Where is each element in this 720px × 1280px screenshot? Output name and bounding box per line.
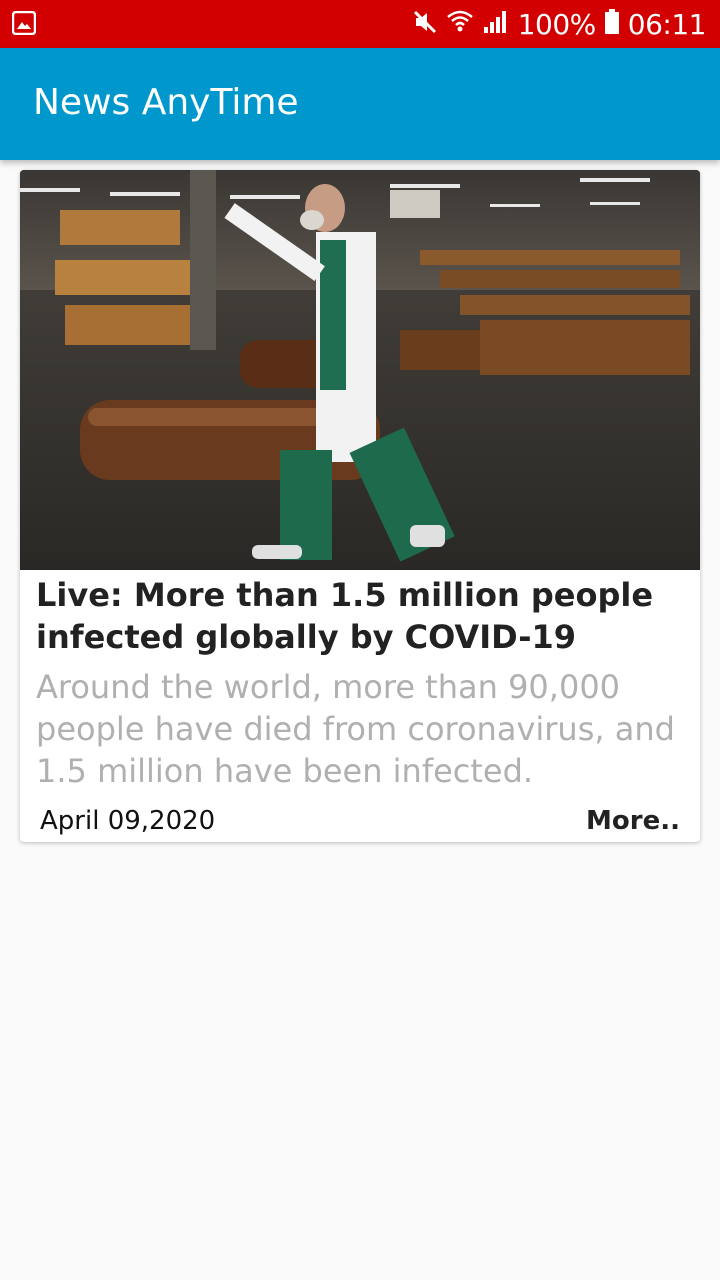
clock: 06:11 [627, 7, 707, 41]
wifi-icon [446, 9, 474, 40]
app-bar: News AnyTime [0, 48, 720, 160]
news-card[interactable]: Live: More than 1.5 million people infec… [20, 170, 700, 842]
article-title[interactable]: Live: More than 1.5 million people infec… [36, 574, 686, 658]
status-bar: 100% 06:11 [0, 0, 720, 48]
article-summary: Around the world, more than 90,000 peopl… [36, 668, 675, 790]
article-image [20, 170, 700, 570]
battery-icon [604, 8, 620, 40]
signal-icon [482, 9, 510, 40]
mute-icon [412, 9, 438, 40]
article-date: April 09,2020 [40, 806, 216, 836]
app-title: News AnyTime [33, 82, 299, 123]
image-notification-icon [11, 10, 37, 36]
more-button[interactable]: More.. [586, 806, 680, 836]
battery-percent: 100% [517, 7, 597, 41]
status-icons: 100% 06:11 [412, 0, 707, 48]
